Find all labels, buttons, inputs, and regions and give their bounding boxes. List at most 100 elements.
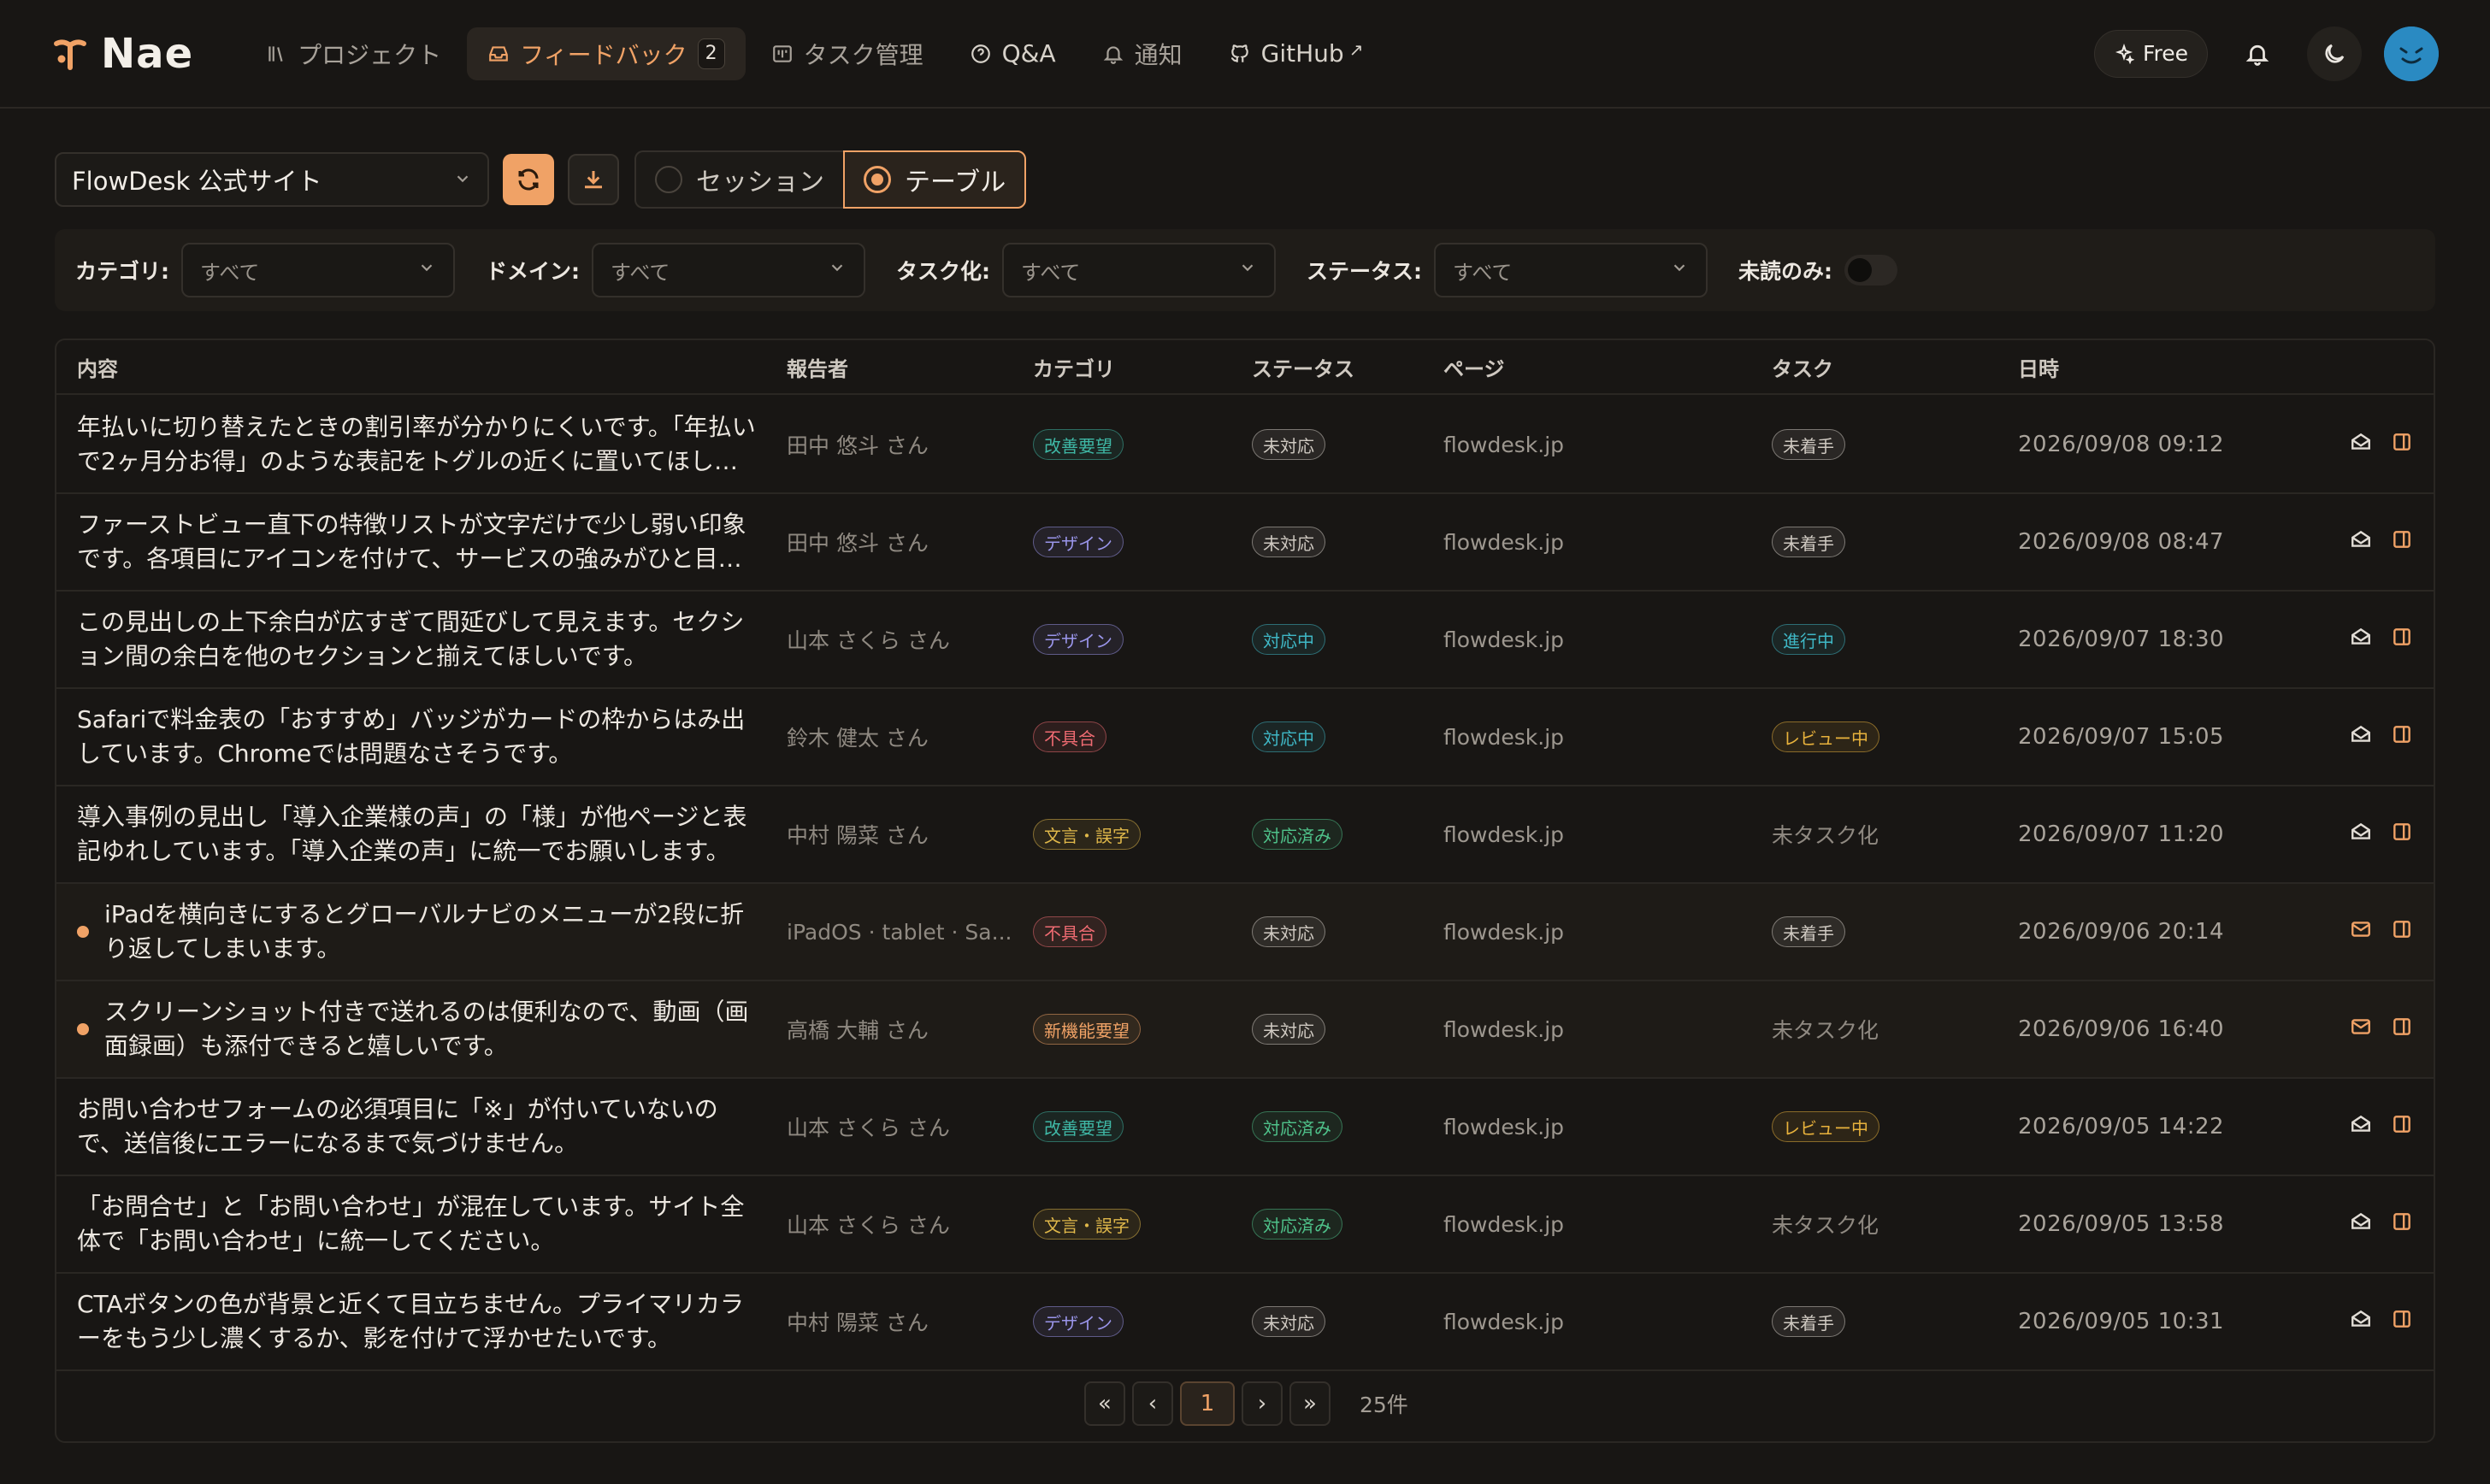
open-detail-button[interactable] (2391, 918, 2413, 946)
view-option-session[interactable]: セッション (634, 150, 843, 209)
status-badge[interactable]: 未対応 (1252, 916, 1325, 947)
table-row[interactable]: スクリーンショット付きで送れるのは便利なので、動画（画面録画）も添付できると嬉し… (56, 981, 2434, 1079)
table-row[interactable]: 年払いに切り替えたときの割引率が分かりにくいです。「年払いで2ヶ月分お得」のよう… (56, 397, 2434, 494)
open-detail-button[interactable] (2391, 821, 2413, 849)
mail-read-button[interactable] (2350, 1210, 2372, 1239)
status-badge[interactable]: 対応済み (1252, 1111, 1342, 1142)
task-badge[interactable]: 未着手 (1772, 1306, 1845, 1337)
nav-item-tasks[interactable]: タスク管理 (751, 27, 944, 80)
table-row[interactable]: 導入事例の見出し「導入企業様の声」の「様」が他ページと表記ゆれしています。「導入… (56, 786, 2434, 884)
open-detail-button[interactable] (2391, 723, 2413, 751)
view-option-table[interactable]: テーブル (843, 150, 1027, 209)
table-row[interactable]: この見出しの上下余白が広すぎて間延びして見えます。セクション間の余白を他のセクシ… (56, 592, 2434, 689)
category-badge: 不具合 (1033, 916, 1106, 947)
theme-toggle-button[interactable] (2307, 26, 2362, 81)
last-page-button[interactable]: » (1289, 1381, 1331, 1426)
table-row[interactable]: Safariで料金表の「おすすめ」バッジがカードの枠からはみ出しています。Chr… (56, 689, 2434, 786)
status-badge[interactable]: 対応中 (1252, 721, 1325, 752)
nav-item-feedback[interactable]: フィードバック 2 (467, 26, 746, 80)
mail-read-button[interactable] (2350, 1113, 2372, 1141)
panel-icon (2393, 1115, 2410, 1133)
nav-item-github[interactable]: GitHub ↗ (1208, 27, 1384, 80)
feedback-content: 「お問合せ」と「お問い合わせ」が混在しています。サイト全体で「お問い合わせ」に統… (77, 1192, 745, 1255)
nav-item-label: GitHub (1260, 39, 1344, 68)
mail-read-button[interactable] (2350, 431, 2372, 459)
filter-category-select[interactable]: すべて (181, 243, 455, 297)
mail-read-button[interactable] (2350, 1308, 2372, 1336)
header-actions: Free (2093, 26, 2439, 81)
view-option-label: テーブル (905, 168, 1006, 197)
download-button[interactable] (568, 154, 619, 205)
category-cell: 新機能要望 (1033, 981, 1141, 1077)
status-badge[interactable]: 対応済み (1252, 819, 1342, 850)
open-detail-button[interactable] (2391, 528, 2413, 556)
inbox-icon (489, 45, 508, 62)
project-select[interactable]: FlowDesk 公式サイト (55, 152, 489, 207)
table-row[interactable]: ファーストビュー直下の特徴リストが文字だけで少し弱い印象です。各項目にアイコンを… (56, 494, 2434, 592)
task-badge[interactable]: 未着手 (1772, 429, 1845, 460)
table-row[interactable]: 「お問合せ」と「お問い合わせ」が混在しています。サイト全体で「お問い合わせ」に統… (56, 1176, 2434, 1274)
open-detail-button[interactable] (2391, 1308, 2413, 1336)
row-actions (2350, 592, 2413, 687)
feedback-date: 2026/09/07 18:30 (2018, 627, 2225, 652)
panel-icon (2393, 1310, 2410, 1328)
filter-status-select[interactable]: すべて (1434, 243, 1708, 297)
reporter-cell: 中村 陽菜 さん (787, 786, 1018, 882)
table-row[interactable]: お問い合わせフォームの必須項目に「※」が付いていないので、送信後にエラーになるま… (56, 1079, 2434, 1176)
prev-page-button[interactable]: ‹ (1132, 1381, 1173, 1426)
open-detail-button[interactable] (2391, 1210, 2413, 1239)
panel-icon (2393, 822, 2410, 840)
nav-item-projects[interactable]: プロジェクト (245, 27, 462, 80)
task-badge[interactable]: レビュー中 (1772, 721, 1879, 752)
open-detail-button[interactable] (2391, 626, 2413, 654)
task-badge[interactable]: 未着手 (1772, 916, 1845, 947)
user-avatar[interactable] (2384, 26, 2439, 81)
row-actions (2350, 981, 2413, 1077)
open-detail-button[interactable] (2391, 1113, 2413, 1141)
table-row[interactable]: iPadを横向きにするとグローバルナビのメニューが2段に折り返してしまいます。 … (56, 884, 2434, 981)
mail-read-button[interactable] (2350, 821, 2372, 849)
chevron-down-icon (828, 258, 847, 282)
status-cell: 未対応 (1252, 981, 1325, 1077)
app-logo[interactable]: Nae (51, 30, 193, 78)
open-detail-button[interactable] (2391, 431, 2413, 459)
feedback-toolbar: FlowDesk 公式サイト セッション テーブル (55, 150, 1027, 209)
mail-icon (2351, 1018, 2370, 1034)
reporter-cell: 田中 悠斗 さん (787, 494, 1018, 590)
status-badge[interactable]: 未対応 (1252, 1014, 1325, 1045)
column-header-page: ページ (1443, 356, 1505, 381)
status-badge[interactable]: 未対応 (1252, 527, 1325, 557)
mail-unread-button[interactable] (2350, 1016, 2372, 1044)
nav-item-notifications[interactable]: 通知 (1082, 27, 1203, 80)
feedback-count-badge: 2 (697, 38, 725, 69)
next-page-button[interactable]: › (1242, 1381, 1283, 1426)
mail-read-button[interactable] (2350, 723, 2372, 751)
task-untasked: 未タスク化 (1772, 1213, 1879, 1238)
plan-button[interactable]: Free (2093, 29, 2208, 78)
task-badge[interactable]: 進行中 (1772, 624, 1845, 655)
notifications-button[interactable] (2230, 26, 2285, 81)
first-page-button[interactable]: « (1084, 1381, 1125, 1426)
chevron-down-icon (417, 258, 436, 282)
task-badge[interactable]: レビュー中 (1772, 1111, 1879, 1142)
status-badge[interactable]: 未対応 (1252, 429, 1325, 460)
mail-unread-button[interactable] (2350, 918, 2372, 946)
mail-read-button[interactable] (2350, 528, 2372, 556)
mail-read-button[interactable] (2350, 626, 2372, 654)
category-badge: 不具合 (1033, 721, 1106, 752)
refresh-button[interactable] (503, 154, 554, 205)
row-actions (2350, 1176, 2413, 1272)
reporter-cell: iPadOS · tablet · Sa... (787, 884, 1018, 980)
open-detail-button[interactable] (2391, 1016, 2413, 1044)
panel-icon (2393, 1017, 2410, 1035)
status-badge[interactable]: 対応中 (1252, 624, 1325, 655)
unread-only-toggle[interactable] (1844, 255, 1897, 286)
nav-item-qa[interactable]: Q&A (949, 27, 1077, 80)
filter-tasked-select[interactable]: すべて (1002, 243, 1276, 297)
status-badge[interactable]: 未対応 (1252, 1306, 1325, 1337)
page-number-button[interactable]: 1 (1180, 1381, 1235, 1426)
task-badge[interactable]: 未着手 (1772, 527, 1845, 557)
table-row[interactable]: CTAボタンの色が背景と近くて目立ちません。プライマリカラーをもう少し濃くするか… (56, 1274, 2434, 1371)
filter-domain-select[interactable]: すべて (592, 243, 865, 297)
status-badge[interactable]: 対応済み (1252, 1209, 1342, 1240)
